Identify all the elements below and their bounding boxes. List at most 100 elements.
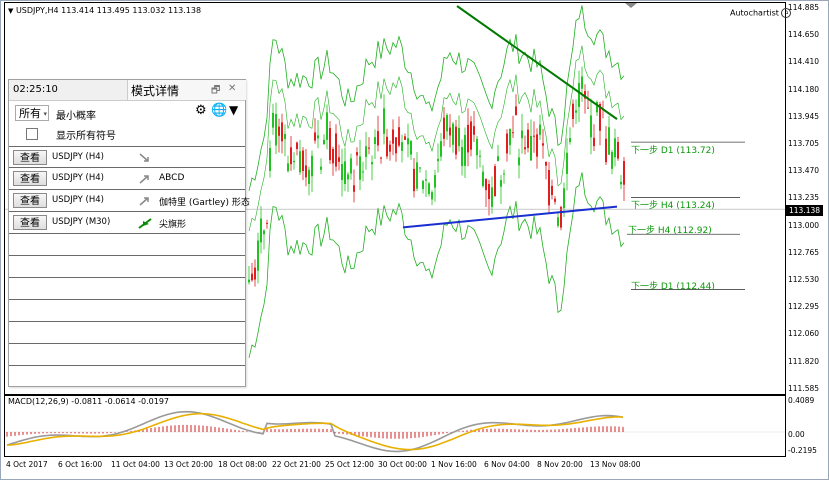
candle-body [494,166,496,197]
panel-title-tab[interactable]: 模式详情 🗗 ✕ [127,80,246,100]
pattern-details-panel[interactable]: 02:25:10 模式详情 🗗 ✕ 所有 ▾ 最小概率 ⚙ 🌐 ▼ 显示所有符号… [8,79,250,387]
target-label-4: 下一步 D1 (112.44) [631,282,715,292]
candle-body [533,135,535,137]
price-tick: 114.180 [788,84,820,94]
close-icon[interactable]: ✕ [228,83,236,94]
candle-body [614,138,616,158]
candle-body [560,207,562,228]
candle-body [545,162,547,166]
probability-select-value: 所有 [19,107,41,120]
candle-body [449,127,451,136]
globe-icon[interactable]: 🌐 [211,103,227,118]
candle-body [290,147,292,165]
trend-down-arrow-icon [139,153,149,162]
candle-body [554,198,556,202]
candle-body [524,147,526,150]
candle-body [275,114,277,146]
candle-body [455,126,457,155]
filter-icon[interactable]: ▼ [229,103,238,117]
price-tick: 113.000 [788,220,820,230]
candle-body [263,230,265,235]
candle-body [329,128,331,161]
pattern-row[interactable]: 查看 USDJPY (H4) ABCD [9,168,245,190]
pattern-name: 伽特里 (Gartley) 形态 [159,198,250,208]
candle-body [401,142,403,151]
candle-body [527,129,529,149]
candle-body [299,151,301,173]
candle-body [305,165,307,178]
candle-body [302,150,304,172]
candle-body [620,181,622,185]
time-tick: 4 Oct 2017 [6,460,48,469]
candle-body [611,152,613,169]
candle-body [530,135,532,161]
candle-body [377,131,379,146]
candle-body [464,134,466,166]
empty-row [9,278,245,300]
candle-body [428,183,430,194]
candle-body [506,133,508,154]
time-tick: 8 Nov 20:00 [537,460,583,469]
candle-body [512,132,514,134]
candle-body [572,103,574,120]
candle-body [581,76,583,89]
pattern-row[interactable]: 查看 USDJPY (M30) 尖旗形 [9,212,245,234]
candle-body [467,124,469,153]
candle-body [542,143,544,146]
trend-up-arrow-icon [139,197,149,206]
dropdown-triangle-icon[interactable]: ▼ [8,7,13,15]
candle-body [500,180,502,187]
candle-body [269,147,271,171]
candle-body [509,128,511,146]
show-all-label: 显示所有符号 [56,131,116,142]
candle-body [251,273,253,281]
candle-body [350,158,352,174]
pattern-row[interactable]: 查看 USDJPY (H4) 伽特里 (Gartley) 形态 [9,190,250,212]
candle-body [425,179,427,181]
min-probability-label: 最小概率 [56,111,96,122]
candle-body [443,117,445,139]
price-tick: 114.885 [788,3,820,12]
candle-body [296,142,298,149]
target-label-2: 下一步 H4 (113.24) [631,201,715,211]
view-button[interactable]: 查看 [13,215,47,230]
price-tick: 112.060 [788,329,820,339]
candle-body [407,138,409,145]
macd-axis-bottom: -0.2195 [788,446,817,455]
candle-body [260,218,262,243]
view-button[interactable]: 查看 [13,150,47,165]
gear-icon[interactable]: ⚙ [195,103,207,118]
resistance-trendline [456,5,618,120]
candle-body [308,169,310,185]
restore-icon[interactable]: 🗗 [211,83,220,100]
pattern-symbol: USDJPY (M30) [52,217,111,227]
chart-title: USDJPY,H4 113.414 113.495 113.032 113.13… [15,6,202,15]
pattern-symbol: USDJPY (H4) [52,195,104,205]
time-tick: 6 Oct 16:00 [58,460,103,469]
autochartist-label[interactable]: Autochartist ⌂ [730,8,792,18]
candle-body [266,222,268,224]
candle-body [326,112,328,140]
candle-body [392,129,394,144]
candle-body [314,132,316,141]
show-all-checkbox[interactable] [26,128,38,140]
candle-body [566,152,568,174]
candle-body [590,115,592,138]
candle-body [335,133,337,167]
candle-body [431,192,433,200]
candle-body [359,156,361,180]
candle-body [515,106,517,116]
pattern-row[interactable]: 查看 USDJPY (H4) [9,146,245,168]
candle-body [353,185,355,192]
candle-body [587,107,589,109]
price-tick: 113.945 [788,111,820,121]
candle-body [347,174,349,180]
view-button[interactable]: 查看 [13,171,47,186]
candle-body [383,108,385,134]
macd-axis-top: 0.4089 [788,396,815,405]
target-label-3: 下一步 H4 (112.92) [628,226,712,236]
view-button[interactable]: 查看 [13,193,47,208]
probability-select[interactable]: 所有 ▾ [15,105,49,121]
candle-body [485,178,487,191]
candle-body [521,130,523,139]
